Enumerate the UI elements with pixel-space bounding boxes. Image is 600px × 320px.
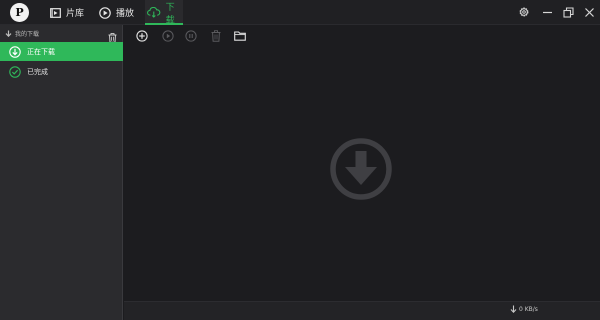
gear-icon: [519, 7, 529, 17]
minimize-button[interactable]: [540, 5, 554, 19]
sidebar-header: 我的下载: [0, 25, 123, 42]
start-icon: [162, 30, 174, 42]
settings-button[interactable]: [517, 5, 531, 19]
pause-button[interactable]: [184, 29, 198, 43]
add-icon: [136, 30, 148, 42]
folder-icon: [234, 31, 246, 41]
tab-play-label: 播放: [116, 9, 135, 19]
start-button[interactable]: [161, 29, 175, 43]
close-button[interactable]: [582, 5, 596, 19]
app-logo: P: [10, 3, 29, 22]
arrow-down-icon: [510, 305, 517, 313]
tab-download-label: 下载: [165, 2, 175, 26]
tab-download[interactable]: 下载: [145, 0, 183, 26]
sidebar-header-label: 我的下载: [15, 31, 40, 38]
cloud-download-icon: [147, 7, 161, 18]
sidebar-item-downloading[interactable]: 正在下载: [0, 42, 123, 61]
delete-button[interactable]: [209, 29, 223, 43]
minimize-icon: [542, 11, 552, 13]
open-folder-button[interactable]: [233, 29, 247, 43]
empty-download-icon: [330, 138, 392, 200]
tab-library[interactable]: 片库: [50, 0, 84, 25]
restore-button[interactable]: [561, 5, 575, 19]
arrow-down-icon: [5, 30, 12, 37]
sidebar-item-label: 已完成: [27, 67, 48, 76]
pause-icon: [185, 30, 197, 42]
play-circle-icon: [99, 6, 111, 19]
download-speed: 0 KB/s: [510, 305, 538, 313]
add-task-button[interactable]: [135, 29, 149, 43]
sidebar-item-completed[interactable]: 已完成: [0, 62, 123, 81]
download-circle-icon: [9, 45, 21, 58]
tab-play[interactable]: 播放: [99, 0, 134, 25]
sidebar-item-label: 正在下载: [27, 47, 55, 56]
status-bar: 0 KB/s: [124, 301, 600, 320]
sidebar: 我的下载 正在下载 已完成: [0, 25, 123, 320]
delete-icon: [211, 30, 221, 42]
download-list-area: [124, 25, 600, 301]
tab-library-label: 片库: [66, 9, 85, 19]
restore-icon: [562, 6, 574, 18]
close-icon: [584, 7, 594, 17]
title-bar: P 片库 播放 下载: [0, 0, 600, 26]
film-icon: [50, 7, 61, 18]
check-circle-icon: [9, 65, 21, 78]
download-speed-value: 0 KB/s: [519, 305, 538, 313]
